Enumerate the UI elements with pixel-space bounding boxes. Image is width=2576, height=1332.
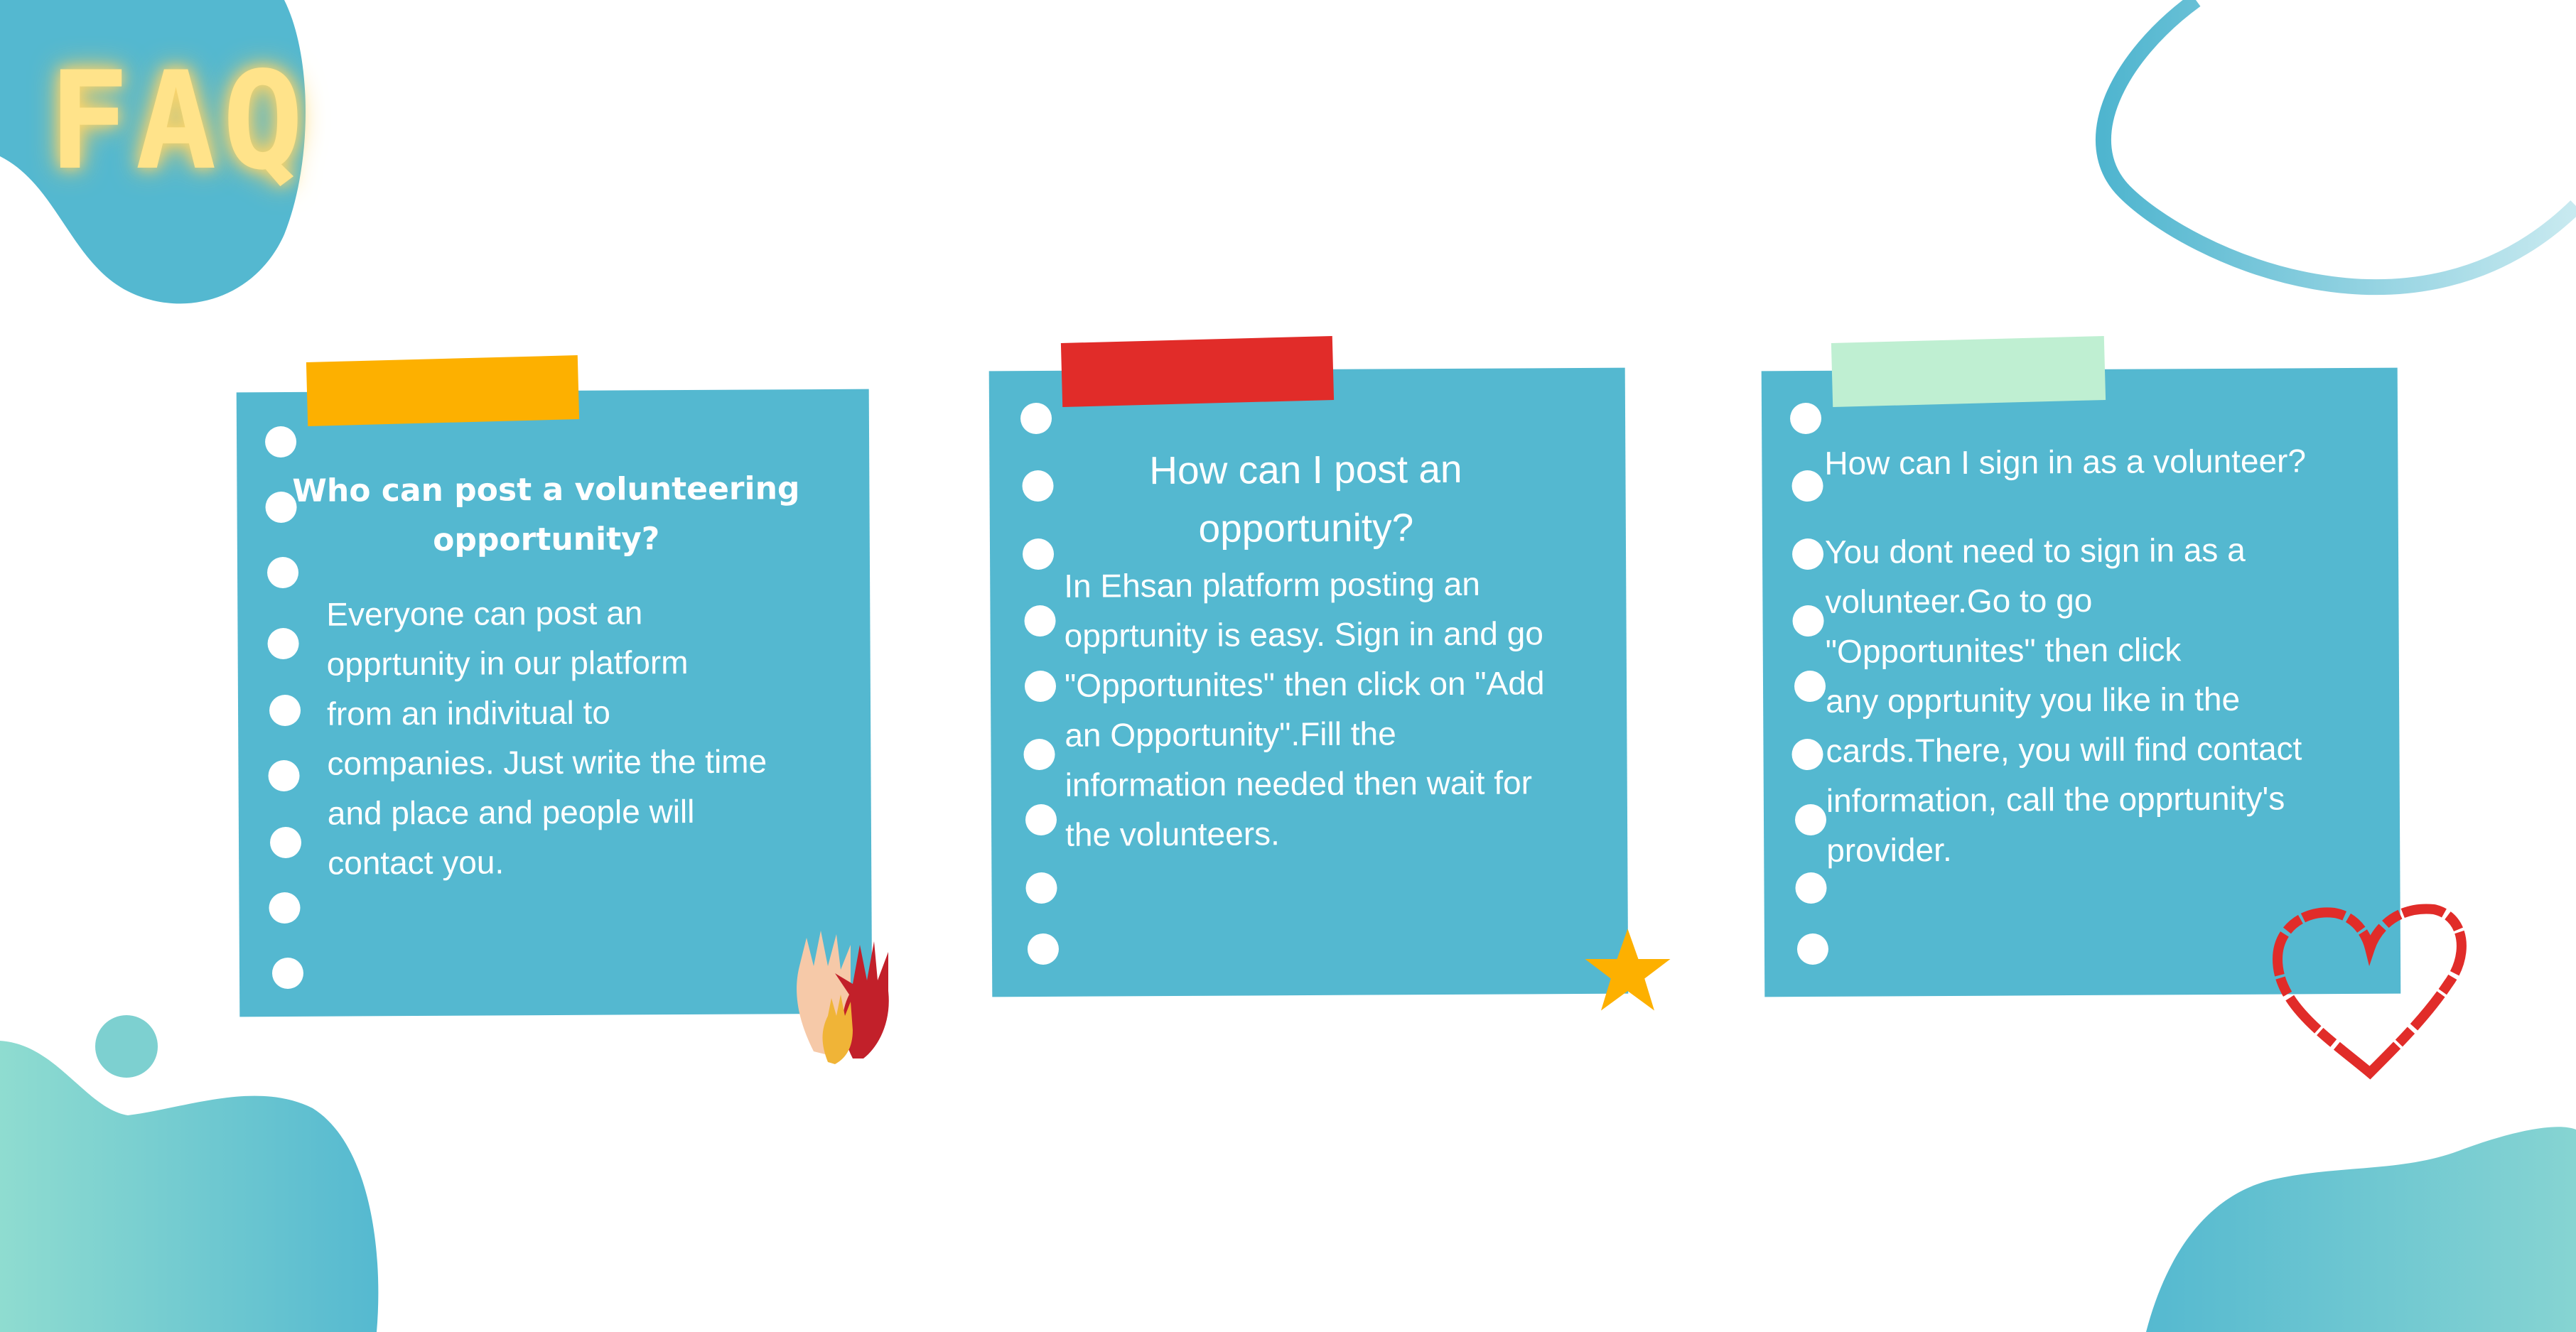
binder-hole [1789, 402, 1822, 435]
small-circle [95, 1015, 158, 1078]
binder-hole [1020, 402, 1052, 435]
faq-question: How can I sign in as a volunteer? [1824, 442, 2307, 482]
faq-card-2: How can I post an opportunity? In Ehsan … [988, 367, 1629, 997]
binder-hole [1022, 470, 1054, 502]
binder-hole [1025, 803, 1057, 836]
binder-hole [1023, 738, 1055, 771]
binder-hole [1791, 470, 1823, 502]
binder-hole [1796, 933, 1829, 965]
binder-hole [1025, 872, 1057, 904]
faq-answer: You dont need to sign in as a volunteer.… [1824, 531, 2302, 869]
star-icon [1585, 928, 1671, 1011]
binder-hole [271, 957, 304, 990]
binder-hole [269, 892, 301, 924]
binder-hole [1791, 738, 1823, 771]
top-right-loop [2095, 0, 2576, 296]
tape-mint [1831, 335, 2106, 408]
binder-hole [268, 759, 300, 792]
faq-question: How can I post an opportunity? [1149, 446, 1462, 551]
bottom-right-blob [2146, 1127, 2576, 1332]
binder-hole [1024, 670, 1057, 703]
faq-card-1: Who can post a volunteering opportunity?… [236, 389, 873, 1017]
heart-icon [2272, 904, 2467, 1080]
binder-hole [1795, 872, 1827, 904]
binder-hole [264, 426, 297, 458]
hands-icon [797, 931, 889, 1064]
binder-hole [269, 694, 301, 727]
binder-hole [1791, 538, 1824, 570]
binder-hole [1794, 803, 1827, 836]
binder-hole [269, 826, 302, 859]
binder-hole [1792, 605, 1824, 637]
faq-answer: Everyone can post an opprtunity in our p… [326, 594, 767, 882]
binder-hole [1024, 605, 1056, 637]
tape-orange [306, 355, 580, 426]
binder-hole [1022, 538, 1055, 570]
faq-answer: In Ehsan platform posting an opprtunity … [1064, 565, 1545, 853]
faq-question: Who can post a volunteering opportunity? [292, 470, 800, 558]
bottom-left-blob [0, 1041, 379, 1332]
binder-hole [267, 627, 299, 660]
binder-hole [1794, 670, 1826, 703]
binder-hole [1027, 933, 1060, 965]
faq-heading: FAQ [48, 43, 310, 200]
tape-red [1060, 336, 1335, 407]
